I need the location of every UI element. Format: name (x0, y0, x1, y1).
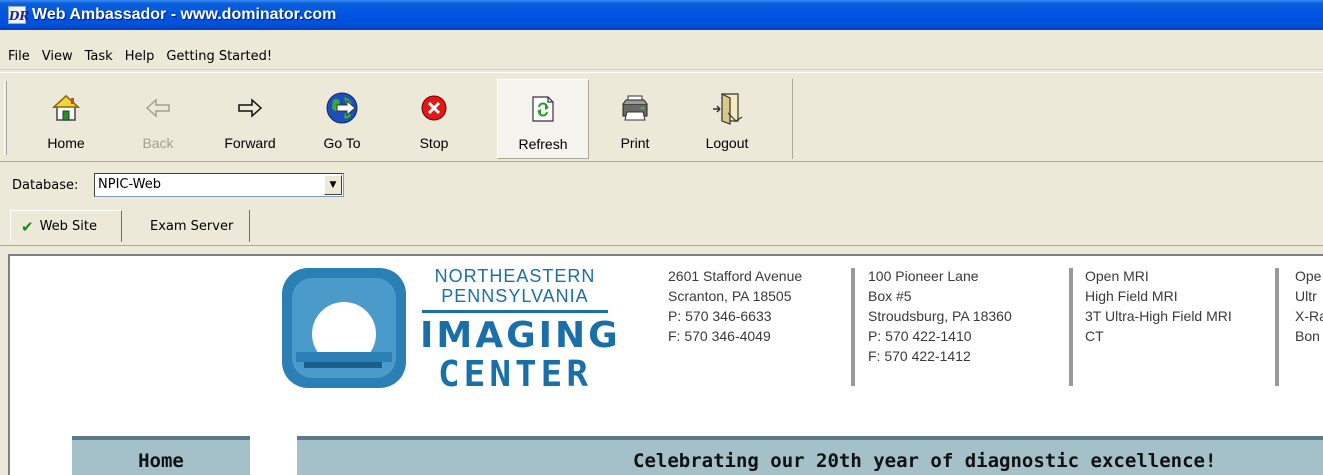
logout-button[interactable]: Logout (681, 79, 773, 159)
home-icon (49, 91, 83, 125)
service-item[interactable]: CT (1085, 326, 1232, 346)
window-title: Web Ambassador - www.dominator.com (32, 6, 337, 23)
address-line: 2601 Stafford Avenue (668, 268, 803, 284)
print-button[interactable]: Print (589, 79, 681, 159)
database-select[interactable]: NPIC-Web ▼ (94, 173, 344, 197)
globe-icon (325, 91, 359, 125)
goto-button[interactable]: Go To (296, 79, 388, 159)
address-line: Stroudsburg, PA 18360 (868, 308, 1012, 324)
logo-line-imaging: IMAGING (420, 315, 621, 356)
database-value: NPIC-Web (98, 177, 161, 192)
nav-home[interactable]: Home (72, 436, 250, 475)
service-item[interactable]: Open MRI (1085, 266, 1232, 286)
stop-button[interactable]: Stop (388, 79, 480, 159)
service-item[interactable]: High Field MRI (1085, 286, 1232, 306)
home-button[interactable]: Home (20, 79, 112, 159)
stop-icon (417, 91, 451, 125)
service-item[interactable]: X-Ra (1295, 306, 1323, 326)
address-line: P: 570 422-1410 (868, 328, 972, 344)
stop-button-label: Stop (419, 135, 449, 151)
address-line: Box #5 (868, 288, 912, 304)
logout-icon (710, 91, 744, 125)
menu-file[interactable]: File (2, 49, 36, 64)
address-line: F: 570 422-1412 (868, 348, 971, 364)
tab-strip: ✔ Web Site Exam Server (0, 206, 1323, 246)
address-line: Scranton, PA 18505 (668, 288, 792, 304)
npic-logo[interactable]: NORTHEASTERN PENNSYLVANIA IMAGING CENTER (280, 264, 621, 395)
logo-line-pennsylvania: PENNSYLVANIA (441, 286, 589, 306)
web-view[interactable]: NORTHEASTERN PENNSYLVANIA IMAGING CENTER… (8, 254, 1323, 475)
nav-home-label: Home (138, 450, 184, 472)
address-line: F: 570 346-4049 (668, 328, 771, 344)
menu-view[interactable]: View (36, 49, 79, 64)
banner-text: Celebrating our 20th year of diagnostic … (633, 450, 1217, 472)
services-list-2: Ope Ultr X-Ra Bon (1295, 266, 1323, 346)
chevron-down-icon[interactable]: ▼ (324, 175, 342, 195)
tab-web-site[interactable]: ✔ Web Site (10, 210, 122, 242)
check-icon: ✔ (21, 217, 34, 236)
tab-web-site-label: Web Site (39, 219, 98, 234)
tab-exam-server-label: Exam Server (150, 218, 234, 234)
services-list-1: Open MRI High Field MRI 3T Ultra-High Fi… (1085, 266, 1232, 346)
refresh-icon (526, 92, 560, 126)
address-line: P: 570 346-6633 (668, 308, 772, 324)
menu-strip (0, 30, 1323, 44)
database-label: Database: (12, 178, 79, 193)
column-divider (851, 268, 855, 386)
logout-button-label: Logout (705, 135, 749, 151)
toolbar-grip[interactable] (4, 81, 7, 155)
title-bar[interactable]: DR Web Ambassador - www.dominator.com (0, 0, 1323, 30)
menu-bar: File View Task Help Getting Started! (0, 44, 1323, 70)
print-button-label: Print (620, 135, 650, 151)
refresh-button[interactable]: Refresh (497, 79, 589, 159)
address-line: 100 Pioneer Lane (868, 268, 979, 284)
address-scranton: 2601 Stafford Avenue Scranton, PA 18505 … (668, 266, 802, 346)
column-divider (1069, 268, 1073, 386)
address-stroudsburg: 100 Pioneer Lane Box #5 Stroudsburg, PA … (868, 266, 1012, 366)
goto-button-label: Go To (323, 135, 361, 151)
logo-line-northeastern: NORTHEASTERN (434, 266, 596, 286)
toolbar: Home Back Forward Go To Stop Refresh Pri… (0, 72, 1323, 162)
column-divider (1275, 268, 1279, 386)
menu-task[interactable]: Task (79, 49, 119, 64)
service-item[interactable]: Bon (1295, 326, 1323, 346)
refresh-button-label: Refresh (518, 136, 568, 152)
back-arrow-icon (141, 91, 175, 125)
service-item[interactable]: Ultr (1295, 286, 1323, 306)
forward-arrow-icon (233, 91, 267, 125)
menu-help[interactable]: Help (119, 49, 161, 64)
logo-line-center: CENTER (437, 354, 593, 395)
tab-exam-server[interactable]: Exam Server (140, 210, 250, 242)
menu-getting-started[interactable]: Getting Started! (160, 49, 278, 64)
forward-button-label: Forward (224, 135, 276, 151)
database-row: Database: NPIC-Web ▼ (0, 168, 1323, 204)
app-icon: DR (8, 6, 29, 24)
toolbar-buttons: Home Back Forward Go To Stop Refresh Pri… (10, 79, 793, 159)
service-item[interactable]: 3T Ultra-High Field MRI (1085, 306, 1232, 326)
home-button-label: Home (47, 135, 85, 151)
logo-divider (422, 310, 608, 313)
back-button[interactable]: Back (112, 79, 204, 159)
printer-icon (618, 91, 652, 125)
back-button-label: Back (142, 135, 174, 151)
forward-button[interactable]: Forward (204, 79, 296, 159)
banner-bar: Celebrating our 20th year of diagnostic … (297, 436, 1323, 475)
service-item[interactable]: Ope (1295, 266, 1323, 286)
